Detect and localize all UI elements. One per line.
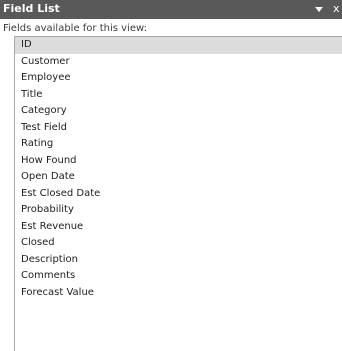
field-list-titlebar[interactable]: Field List x (0, 0, 342, 19)
field-list-item[interactable]: Customer (15, 54, 342, 71)
pane-title: Field List (3, 2, 60, 15)
field-list-item[interactable]: Probability (15, 202, 342, 219)
field-list-item[interactable]: Employee (15, 70, 342, 87)
field-list-pane: Field List x Fields available for this v… (0, 0, 342, 351)
field-list-item[interactable]: Title (15, 87, 342, 104)
field-listbox[interactable]: ID Customer Employee Title Category Test Fiel… (14, 36, 342, 351)
field-list-item[interactable]: How Found (15, 153, 342, 170)
chevron-down-icon[interactable] (315, 7, 323, 12)
fields-available-label: Fields available for this view: (3, 23, 147, 34)
field-list-item[interactable]: Closed (15, 235, 342, 252)
field-list-item[interactable]: Test Field (15, 120, 342, 137)
close-icon[interactable]: x (333, 2, 342, 16)
field-list-item[interactable]: Open Date (15, 169, 342, 186)
field-list-item[interactable]: Category (15, 103, 342, 120)
field-list-item[interactable]: Comments (15, 268, 342, 285)
field-list-item[interactable]: Rating (15, 136, 342, 153)
field-list-item[interactable]: Est Revenue (15, 219, 342, 236)
field-list-item[interactable]: ID (15, 37, 342, 54)
field-list-item[interactable]: Est Closed Date (15, 186, 342, 203)
field-list-item[interactable]: Forecast Value (15, 285, 342, 302)
field-list-item[interactable]: Description (15, 252, 342, 269)
